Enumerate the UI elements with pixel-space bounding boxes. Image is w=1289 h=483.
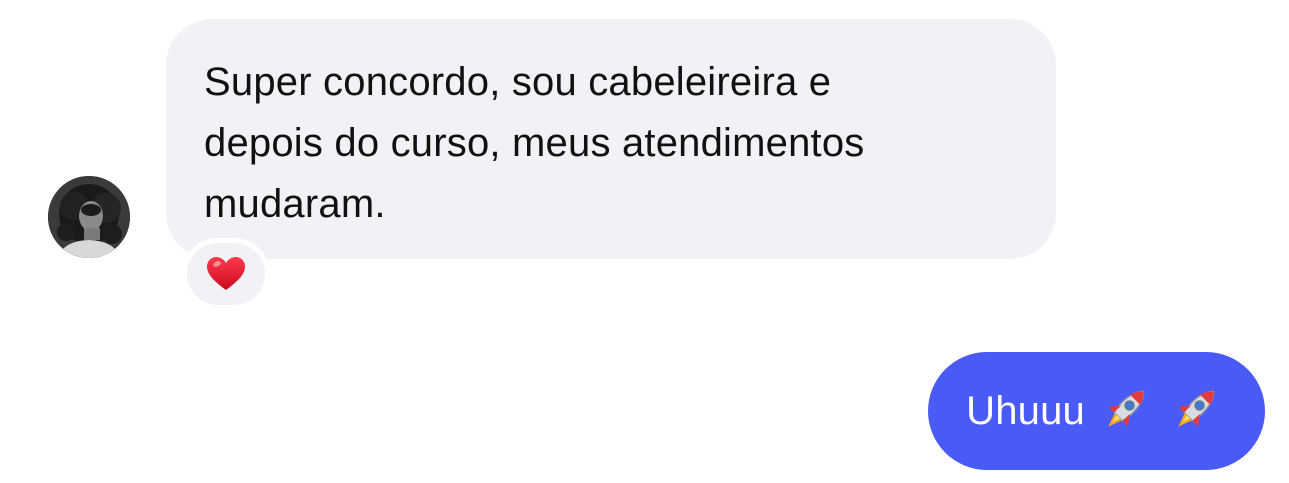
rocket-icon <box>1097 380 1155 443</box>
avatar[interactable] <box>48 176 130 258</box>
red-heart-icon <box>207 257 245 290</box>
rocket-icon <box>1167 380 1225 443</box>
profile-photo-icon <box>48 176 130 258</box>
message-reaction[interactable] <box>182 238 270 310</box>
chat-thread: Super concordo, sou cabeleireira e depoi… <box>0 0 1289 483</box>
incoming-message-bubble[interactable]: Super concordo, sou cabeleireira e depoi… <box>166 19 1056 259</box>
outgoing-message-text: Uhuuu <box>966 388 1085 433</box>
outgoing-message-bubble[interactable]: Uhuuu <box>928 352 1265 470</box>
incoming-message-text: Super concordo, sou cabeleireira e depoi… <box>204 60 865 226</box>
